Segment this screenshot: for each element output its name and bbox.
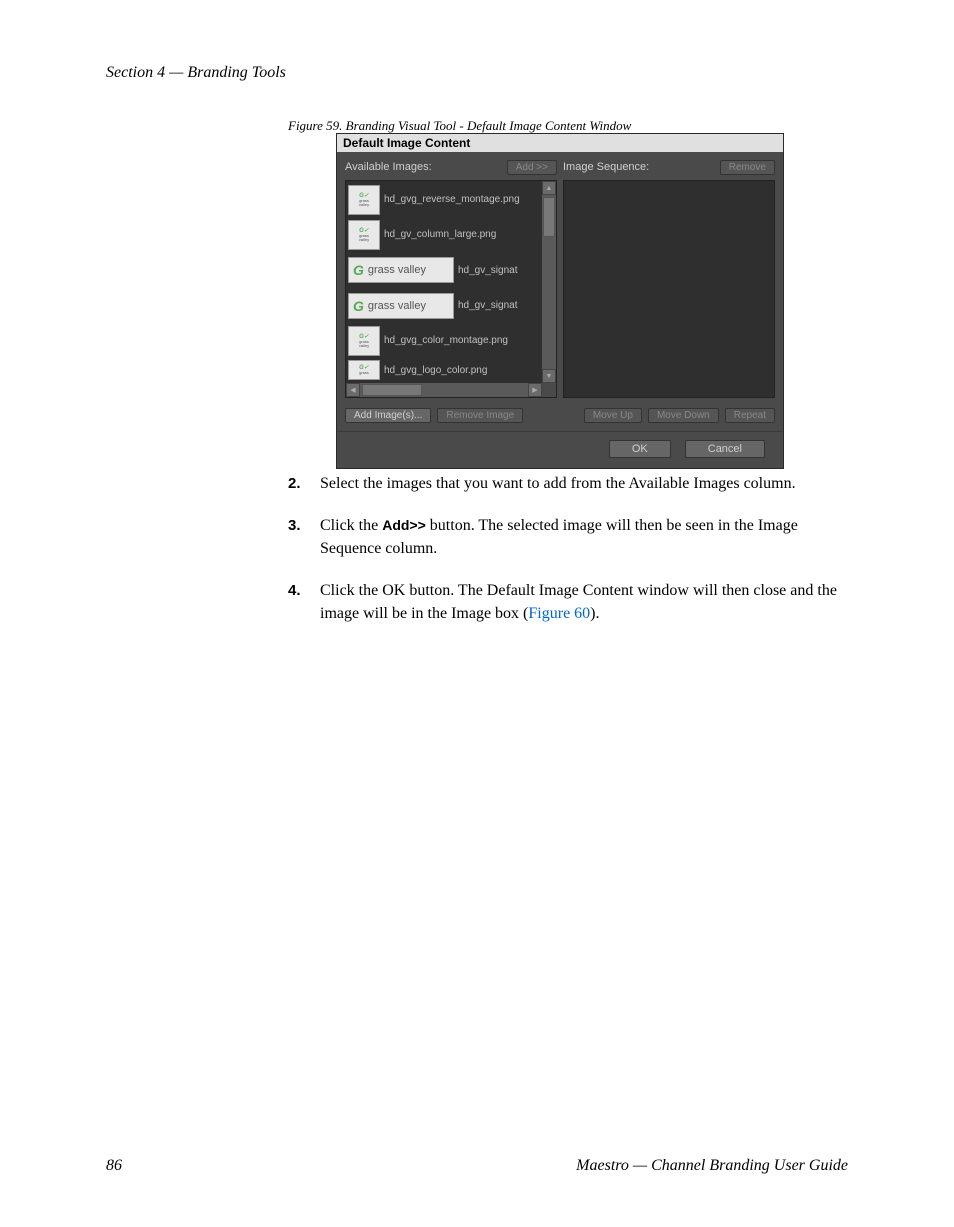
vertical-scrollbar[interactable]: ▲ ▼ — [542, 181, 556, 383]
image-filename: hd_gvg_logo_color.png — [384, 365, 487, 376]
figure-caption: Figure 59. Branding Visual Tool - Defaul… — [288, 118, 631, 134]
image-sequence-list[interactable] — [563, 180, 775, 398]
brand-text: grass valley — [368, 300, 426, 312]
section-header: Section 4 — Branding Tools — [106, 64, 286, 82]
image-list-inner: G✓grassvalley hd_gvg_reverse_montage.png… — [346, 181, 542, 383]
image-filename: hd_gv_signat — [458, 300, 518, 311]
step-3: 3. Click the Add>> button. The selected … — [288, 515, 848, 560]
horizontal-scrollbar[interactable]: ◀ ▶ — [346, 383, 542, 397]
move-up-button[interactable]: Move Up — [584, 408, 642, 423]
scroll-left-icon[interactable]: ◀ — [346, 383, 360, 397]
thumbnail-icon: G✓grassvalley — [348, 220, 380, 250]
thumbnail-icon: G✓grass — [348, 360, 380, 380]
vscroll-thumb[interactable] — [543, 197, 555, 237]
cancel-button[interactable]: Cancel — [685, 440, 765, 458]
page-footer: 86 Maestro — Channel Branding User Guide — [106, 1157, 848, 1175]
image-filename: hd_gv_column_large.png — [384, 229, 496, 240]
add-button[interactable]: Add >> — [507, 160, 557, 175]
step-number: 4. — [288, 580, 306, 625]
list-item[interactable]: G✓grass hd_gvg_logo_color.png — [348, 359, 540, 381]
below-left-buttons: Add Image(s)... Remove Image — [337, 402, 564, 427]
step-number: 2. — [288, 473, 306, 495]
below-controls: Add Image(s)... Remove Image Move Up Mov… — [337, 402, 783, 427]
thumbnail-icon: G✓grassvalley — [348, 326, 380, 356]
remove-button[interactable]: Remove — [720, 160, 775, 175]
available-images-column: Available Images: Add >> G✓grassvalley h… — [345, 158, 557, 398]
dialog-title: Default Image Content — [337, 134, 783, 152]
list-item[interactable]: G✓grassvalley hd_gvg_color_montage.png — [348, 324, 540, 357]
repeat-button[interactable]: Repeat — [725, 408, 775, 423]
list-item[interactable]: G✓grassvalley hd_gvg_reverse_montage.png — [348, 183, 540, 216]
image-sequence-column: Image Sequence: Remove — [563, 158, 775, 398]
step-number: 3. — [288, 515, 306, 560]
page-number: 86 — [106, 1157, 122, 1175]
scroll-up-icon[interactable]: ▲ — [542, 181, 556, 195]
image-filename: hd_gvg_color_montage.png — [384, 335, 508, 346]
available-images-label: Available Images: — [345, 161, 432, 173]
hscroll-track[interactable] — [360, 383, 528, 397]
step-text: Click the OK button. The Default Image C… — [320, 580, 848, 625]
thumbnail-wide-icon: Ggrass valley — [348, 257, 454, 283]
brand-text: grass valley — [368, 264, 426, 276]
list-item[interactable]: Ggrass valley hd_gv_signat — [348, 289, 540, 322]
ok-button[interactable]: OK — [609, 440, 671, 458]
scroll-corner — [542, 383, 556, 397]
available-images-header: Available Images: Add >> — [345, 158, 557, 176]
move-down-button[interactable]: Move Down — [648, 408, 719, 423]
image-sequence-label: Image Sequence: — [563, 161, 649, 173]
available-images-list[interactable]: G✓grassvalley hd_gvg_reverse_montage.png… — [345, 180, 557, 398]
remove-image-button[interactable]: Remove Image — [437, 408, 523, 423]
list-item[interactable]: G✓grassvalley hd_gv_column_large.png — [348, 218, 540, 251]
dialog-body: Available Images: Add >> G✓grassvalley h… — [337, 152, 783, 402]
step-4: 4. Click the OK button. The Default Imag… — [288, 580, 848, 625]
instructions: 2. Select the images that you want to ad… — [288, 473, 848, 625]
list-item[interactable]: Ggrass valley hd_gv_signat — [348, 254, 540, 287]
doc-title: Maestro — Channel Branding User Guide — [576, 1157, 848, 1175]
step-text: Click the Add>> button. The selected ima… — [320, 515, 848, 560]
add-bold-text: Add>> — [382, 517, 426, 533]
scroll-right-icon[interactable]: ▶ — [528, 383, 542, 397]
figure-60-link[interactable]: Figure 60 — [528, 605, 590, 622]
hscroll-thumb[interactable] — [362, 384, 422, 396]
dialog-footer: OK Cancel — [337, 431, 783, 468]
scroll-down-icon[interactable]: ▼ — [542, 369, 556, 383]
default-image-content-dialog: Default Image Content Available Images: … — [336, 133, 784, 469]
image-filename: hd_gvg_reverse_montage.png — [384, 194, 520, 205]
add-images-button[interactable]: Add Image(s)... — [345, 408, 431, 423]
image-filename: hd_gv_signat — [458, 265, 518, 276]
step-2: 2. Select the images that you want to ad… — [288, 473, 848, 495]
image-sequence-header: Image Sequence: Remove — [563, 158, 775, 176]
step-text: Select the images that you want to add f… — [320, 473, 848, 495]
thumbnail-icon: G✓grassvalley — [348, 185, 380, 215]
below-right-buttons: Move Up Move Down Repeat — [564, 402, 783, 427]
text-a: Click the — [320, 517, 382, 534]
thumbnail-wide-icon: Ggrass valley — [348, 293, 454, 319]
vscroll-track[interactable] — [542, 195, 556, 369]
text-b: ). — [590, 605, 599, 622]
